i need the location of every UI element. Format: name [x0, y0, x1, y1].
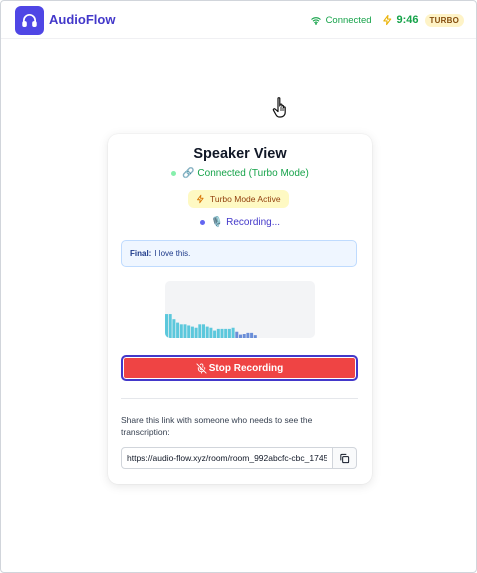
connection-status: Connected	[310, 14, 372, 26]
share-url-input[interactable]	[121, 447, 333, 469]
waveform-bar	[220, 328, 224, 338]
speaker-card: Speaker View 🔗 Connected (Turbo Mode) Tu…	[108, 134, 372, 484]
copy-icon	[340, 453, 350, 463]
recording-dot	[199, 220, 205, 225]
stop-recording-button[interactable]: Stop Recording	[121, 355, 358, 381]
waveform-bar	[194, 327, 198, 338]
share-instructions: Share this link with someone who needs t…	[121, 415, 313, 437]
hand-cursor-icon	[272, 95, 294, 124]
waveform-bar	[187, 325, 191, 338]
stop-recording-label: Stop Recording	[208, 362, 284, 374]
waveform-bar	[172, 319, 176, 338]
waveform-bar	[235, 331, 239, 338]
connected-dot	[171, 171, 177, 176]
turbo-badge: TURBO	[424, 13, 464, 27]
waveform-bar	[179, 324, 183, 338]
app-window: AudioFlow Connected 9:46 TURBO Speaker V…	[0, 0, 477, 573]
connection-line-label: 🔗 Connected (Turbo Mode)	[182, 168, 309, 179]
waveform-bar	[165, 314, 168, 338]
app-header: AudioFlow Connected 9:46 TURBO	[1, 1, 476, 39]
waveform-bar	[205, 326, 209, 338]
turbo-mode-pill: Turbo Mode Active	[188, 190, 289, 208]
copy-link-button[interactable]	[333, 447, 357, 469]
waveform-bar	[209, 327, 213, 338]
waveform-bar	[250, 332, 254, 338]
waveform-bar	[202, 324, 205, 338]
wifi-icon	[310, 16, 321, 25]
waveform-bar	[216, 328, 220, 338]
waveform-bar	[242, 334, 246, 338]
page-title: Speaker View	[193, 146, 287, 162]
mic-off-icon	[196, 362, 207, 374]
waveform-bar	[227, 328, 231, 338]
waveform-bar	[253, 335, 257, 338]
waveform-bar	[239, 334, 242, 338]
recording-status: 🎙️ Recording...	[108, 217, 372, 228]
waveform-bar	[190, 326, 194, 338]
headphones-icon	[15, 6, 44, 35]
transcript-box: Final: I love this.	[121, 240, 357, 267]
waveform-bar	[246, 332, 250, 338]
transcript-label: Final:	[130, 249, 152, 258]
header-status: Connected 9:46 TURBO	[310, 10, 464, 30]
turbo-mode-label: Turbo Mode Active	[210, 194, 281, 204]
waveform-bar	[183, 324, 187, 338]
waveform-bar	[168, 314, 172, 338]
lightning-icon	[197, 194, 204, 204]
connection-status-label: Connected	[325, 14, 372, 26]
waveform	[165, 314, 257, 338]
lightning-icon	[382, 14, 393, 26]
clock-time: 9:46	[396, 14, 419, 26]
waveform-bar	[224, 328, 228, 338]
divider	[121, 398, 358, 399]
waveform-bar	[213, 330, 217, 338]
waveform-bar	[198, 324, 202, 338]
connection-line: 🔗 Connected (Turbo Mode)	[108, 168, 372, 179]
brand-name: AudioFlow	[49, 12, 116, 27]
waveform-bar	[176, 322, 180, 338]
audio-visualizer	[165, 281, 315, 338]
transcript-text: I love this.	[154, 249, 191, 258]
waveform-bar	[231, 327, 235, 338]
recording-status-label: 🎙️ Recording...	[210, 217, 281, 228]
